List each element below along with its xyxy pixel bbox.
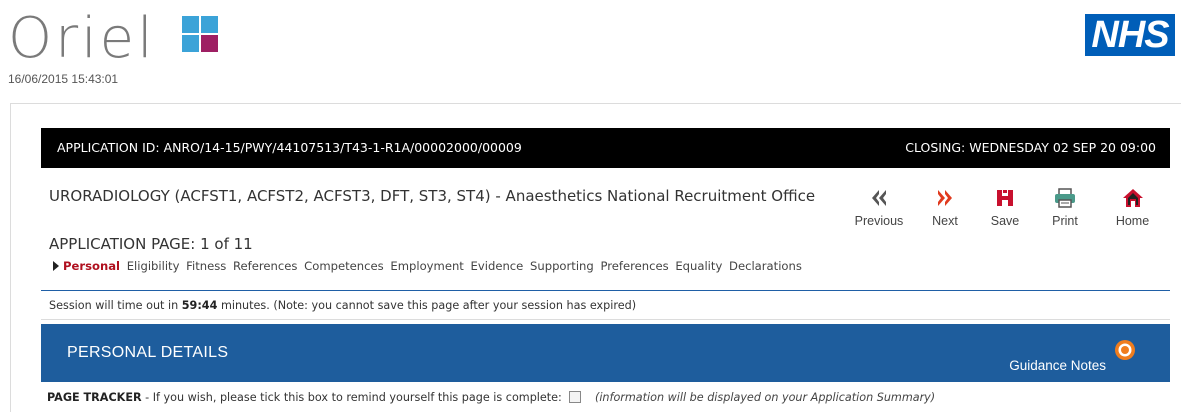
content-left-border bbox=[10, 103, 11, 412]
home-icon bbox=[1105, 187, 1160, 211]
toolbar: Previous Next Save Print Home bbox=[840, 187, 1170, 235]
step-references[interactable]: References bbox=[233, 259, 297, 273]
home-button[interactable]: Home bbox=[1105, 187, 1160, 228]
session-divider bbox=[41, 319, 1170, 320]
previous-label: Previous bbox=[854, 214, 904, 228]
session-time-remaining: 59:44 bbox=[181, 299, 218, 312]
application-bar: APPLICATION ID: ANRO/14-15/PWY/44107513/… bbox=[41, 128, 1170, 168]
closing-date: CLOSING: WEDNESDAY 02 SEP 20 09:00 bbox=[905, 140, 1156, 155]
step-personal[interactable]: Personal bbox=[63, 259, 120, 273]
page-complete-checkbox[interactable] bbox=[569, 391, 582, 403]
page-tracker: PAGE TRACKER - If you wish, please tick … bbox=[47, 391, 935, 404]
guidance-notes-link[interactable]: Guidance Notes bbox=[1009, 358, 1106, 373]
step-eligibility[interactable]: Eligibility bbox=[127, 259, 180, 273]
page-tracker-label: PAGE TRACKER bbox=[47, 391, 142, 404]
oriel-logo-text: Oriel bbox=[8, 6, 156, 71]
step-declarations[interactable]: Declarations bbox=[729, 259, 802, 273]
section-header: PERSONAL DETAILS Guidance Notes bbox=[41, 324, 1170, 382]
save-button[interactable]: Save bbox=[980, 187, 1030, 228]
print-button[interactable]: Print bbox=[1040, 187, 1090, 228]
home-label: Home bbox=[1115, 214, 1150, 228]
previous-button[interactable]: Previous bbox=[850, 187, 908, 228]
step-supporting[interactable]: Supporting bbox=[530, 259, 594, 273]
next-label: Next bbox=[932, 214, 958, 228]
step-preferences[interactable]: Preferences bbox=[600, 259, 668, 273]
timestamp: 16/06/2015 15:43:01 bbox=[8, 72, 119, 86]
current-step-arrow-icon bbox=[53, 261, 59, 271]
header-divider bbox=[10, 103, 1181, 104]
application-page-label: APPLICATION PAGE: 1 of 11 bbox=[49, 235, 253, 253]
step-evidence[interactable]: Evidence bbox=[471, 259, 524, 273]
application-id: APPLICATION ID: ANRO/14-15/PWY/44107513/… bbox=[57, 140, 522, 155]
session-timeout-notice: Session will time out in 59:44 minutes. … bbox=[49, 299, 636, 312]
session-prefix: Session will time out in bbox=[49, 299, 179, 312]
page-tracker-note: (information will be displayed on your A… bbox=[594, 391, 936, 404]
nhs-logo: NHS bbox=[1085, 14, 1175, 56]
post-title: URORADIOLOGY (ACFST1, ACFST2, ACFST3, DF… bbox=[49, 187, 816, 205]
save-label: Save bbox=[990, 214, 1020, 228]
step-fitness[interactable]: Fitness bbox=[186, 259, 226, 273]
section-title: PERSONAL DETAILS bbox=[67, 344, 229, 361]
next-icon bbox=[920, 187, 970, 211]
step-nav-divider bbox=[41, 290, 1170, 291]
oriel-logo-mark bbox=[182, 16, 218, 52]
save-icon bbox=[980, 187, 1030, 211]
step-navigation: Personal Eligibility Fitness References … bbox=[53, 259, 805, 273]
printer-icon bbox=[1040, 187, 1090, 211]
previous-icon bbox=[850, 187, 908, 211]
next-button[interactable]: Next bbox=[920, 187, 970, 228]
step-employment[interactable]: Employment bbox=[390, 259, 463, 273]
page-tracker-text: - If you wish, please tick this box to r… bbox=[145, 391, 562, 404]
step-competences[interactable]: Competences bbox=[304, 259, 384, 273]
guidance-notes-icon[interactable] bbox=[1114, 339, 1136, 361]
print-label: Print bbox=[1052, 214, 1078, 228]
session-suffix: minutes. (Note: you cannot save this pag… bbox=[220, 299, 637, 312]
step-equality[interactable]: Equality bbox=[675, 259, 722, 273]
